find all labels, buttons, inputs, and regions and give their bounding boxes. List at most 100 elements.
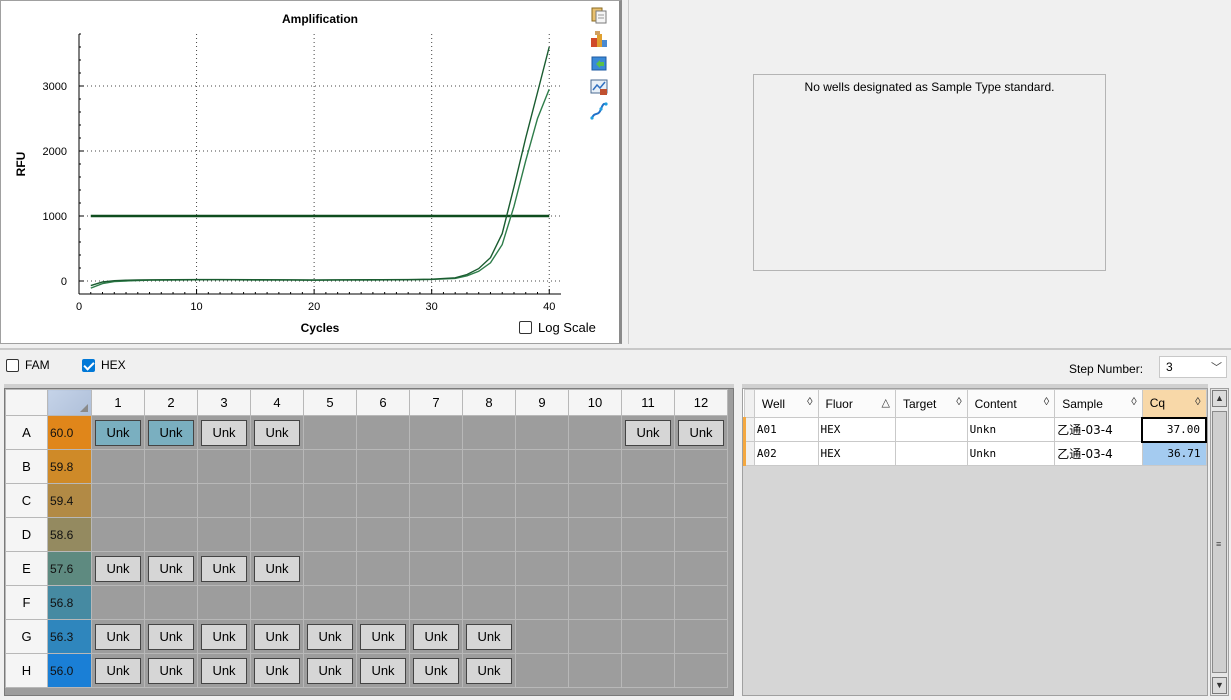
cell-cq[interactable]: 36.71 xyxy=(1141,441,1207,466)
plate-well[interactable] xyxy=(409,551,463,586)
plate-well[interactable]: Unk xyxy=(621,415,675,450)
results-column-cq[interactable]: Cq ◊ xyxy=(1141,389,1207,418)
plate-well[interactable]: Unk xyxy=(303,653,357,688)
plate-well[interactable] xyxy=(303,483,357,518)
results-column-sample[interactable]: Sample ◊ xyxy=(1054,389,1143,418)
plate-column-header[interactable]: 8 xyxy=(462,389,516,416)
plate-well[interactable]: Unk xyxy=(674,415,728,450)
results-column-fluor[interactable]: Fluor △ xyxy=(817,389,896,418)
log-scale-checkbox[interactable] xyxy=(519,321,532,334)
plate-well[interactable] xyxy=(621,551,675,586)
plate-row-header[interactable]: A xyxy=(5,415,48,450)
plate-well[interactable] xyxy=(515,619,569,654)
plate-well[interactable] xyxy=(356,551,410,586)
plate-well[interactable] xyxy=(250,483,304,518)
cell-well[interactable]: A02 xyxy=(753,441,819,466)
plate-row-header[interactable]: H xyxy=(5,653,48,688)
plate-well[interactable] xyxy=(356,517,410,552)
hex-checkbox[interactable] xyxy=(82,358,95,372)
plate-well[interactable] xyxy=(197,585,251,620)
plate-column-header[interactable]: 11 xyxy=(621,389,675,416)
plate-well[interactable] xyxy=(250,517,304,552)
plate-well[interactable] xyxy=(144,449,198,484)
results-row[interactable]: A01 HEX Unkn 乙通-03-4 37.00 xyxy=(743,416,1207,443)
plate-well[interactable]: Unk xyxy=(250,653,304,688)
cell-sample[interactable]: 乙通-03-4 xyxy=(1054,441,1143,466)
plate-well[interactable] xyxy=(568,619,622,654)
plate-well[interactable] xyxy=(515,585,569,620)
plate-well[interactable]: Unk xyxy=(250,551,304,586)
plate-column-header[interactable]: 9 xyxy=(515,389,569,416)
plate-well[interactable] xyxy=(250,585,304,620)
plate-well[interactable] xyxy=(409,415,463,450)
plate-well[interactable] xyxy=(303,517,357,552)
cell-cq[interactable]: 37.00 xyxy=(1141,416,1207,443)
plate-well[interactable]: Unk xyxy=(409,619,463,654)
results-column-content[interactable]: Content ◊ xyxy=(966,389,1056,418)
results-column-well[interactable]: Well ◊ xyxy=(753,389,819,418)
fam-toggle[interactable]: FAM xyxy=(6,358,50,372)
plate-well[interactable] xyxy=(356,415,410,450)
copy-icon[interactable] xyxy=(589,5,609,25)
plate-well[interactable]: Unk xyxy=(91,619,145,654)
cell-fluor[interactable]: HEX xyxy=(817,441,896,466)
plate-well[interactable]: Unk xyxy=(91,415,145,450)
plate-well[interactable] xyxy=(515,517,569,552)
plate-well[interactable] xyxy=(409,483,463,518)
plate-well[interactable]: Unk xyxy=(462,619,516,654)
plate-well[interactable] xyxy=(197,483,251,518)
plate-well[interactable] xyxy=(91,517,145,552)
plate-well[interactable] xyxy=(674,449,728,484)
fam-checkbox[interactable] xyxy=(6,358,19,372)
curve-fit-icon[interactable] xyxy=(589,101,609,121)
plate-well[interactable] xyxy=(356,449,410,484)
plate-well[interactable] xyxy=(462,551,516,586)
plate-well[interactable] xyxy=(91,585,145,620)
export-icon[interactable] xyxy=(589,29,609,49)
sort-icon[interactable]: ◊ xyxy=(1195,396,1200,408)
plate-well[interactable] xyxy=(674,653,728,688)
plate-well[interactable] xyxy=(568,449,622,484)
cell-fluor[interactable]: HEX xyxy=(817,417,896,442)
plate-column-header[interactable]: 2 xyxy=(144,389,198,416)
cell-sample[interactable]: 乙通-03-4 xyxy=(1054,417,1143,442)
plate-well[interactable] xyxy=(356,585,410,620)
sort-icon[interactable]: △ xyxy=(882,396,890,409)
plate-row-header[interactable]: D xyxy=(5,517,48,552)
plate-well[interactable]: Unk xyxy=(91,653,145,688)
plate-column-header[interactable]: 10 xyxy=(568,389,622,416)
plate-well[interactable]: Unk xyxy=(356,619,410,654)
plate-well[interactable] xyxy=(409,585,463,620)
plate-column-header[interactable]: 6 xyxy=(356,389,410,416)
plate-well[interactable] xyxy=(303,551,357,586)
plate-well[interactable] xyxy=(303,415,357,450)
plate-column-header[interactable]: 4 xyxy=(250,389,304,416)
plate-well[interactable] xyxy=(674,585,728,620)
plate-row-header[interactable]: B xyxy=(5,449,48,484)
plate-well[interactable] xyxy=(515,551,569,586)
plate-well[interactable] xyxy=(621,449,675,484)
hex-toggle[interactable]: HEX xyxy=(82,358,126,372)
plate-well[interactable]: Unk xyxy=(197,653,251,688)
log-scale-toggle[interactable]: Log Scale xyxy=(519,320,596,335)
plate-column-header[interactable]: 1 xyxy=(91,389,145,416)
plate-well[interactable] xyxy=(674,517,728,552)
plate-well[interactable] xyxy=(621,585,675,620)
plate-column-header[interactable]: 7 xyxy=(409,389,463,416)
plate-well[interactable] xyxy=(621,517,675,552)
plate-well[interactable] xyxy=(409,449,463,484)
sort-icon[interactable]: ◊ xyxy=(956,396,961,408)
plate-well[interactable] xyxy=(568,517,622,552)
plate-well[interactable] xyxy=(515,449,569,484)
cell-content[interactable]: Unkn xyxy=(966,441,1056,466)
plate-well[interactable] xyxy=(462,449,516,484)
plate-well[interactable]: Unk xyxy=(144,653,198,688)
plate-well[interactable] xyxy=(568,585,622,620)
plate-well[interactable] xyxy=(568,483,622,518)
plate-well[interactable] xyxy=(674,551,728,586)
plate-well[interactable] xyxy=(515,415,569,450)
plate-well[interactable] xyxy=(462,585,516,620)
plate-well[interactable] xyxy=(197,449,251,484)
plate-well[interactable] xyxy=(91,483,145,518)
plate-well[interactable] xyxy=(144,517,198,552)
